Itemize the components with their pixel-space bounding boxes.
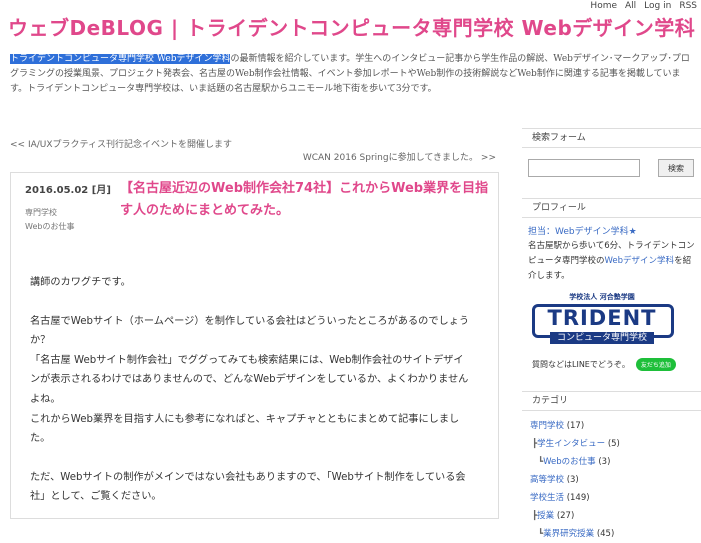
category-item[interactable]: ┗業界研究授業 (45): [530, 525, 701, 543]
category-list: 専門学校 (17) ┣学生インタビュー (5) ┗Webのお仕事 (3) 高等学校 (…: [530, 417, 701, 543]
logo-subtitle: 学校法人 河合塾学園: [569, 293, 635, 301]
site-description-highlight: トライデントコンピュータ専門学校 Webデザイン学科: [10, 54, 231, 64]
search-heading: 検索フォーム: [522, 128, 701, 148]
category-name[interactable]: Webのお仕事: [543, 457, 598, 467]
profile-text: 名古屋駅から歩いて6分、トライデントコンピュータ専門学校のWebデザイン学科を紹…: [528, 239, 698, 284]
category-item[interactable]: 高等学校 (3): [530, 471, 701, 489]
line-row: 質問などはLINEでどうぞ。 友だち追加: [532, 358, 701, 371]
post-paragraph: 名古屋でWebサイト（ホームページ）を制作している会社はどういったところがあるの…: [30, 315, 470, 347]
category-name[interactable]: 学生インタビュー: [537, 439, 608, 449]
blog-post: 2016.05.02 [月] 専門学校 Webのお仕事 【名古屋近辺のWeb制作…: [10, 172, 499, 519]
profile-heading: プロフィール: [522, 198, 701, 218]
category-name[interactable]: 専門学校: [530, 421, 567, 431]
category-count: (149): [566, 493, 590, 503]
search-button[interactable]: 検索: [658, 159, 694, 177]
post-body: 講師のカワグチです。 名古屋でWebサイト（ホームページ）を制作している会社はど…: [30, 273, 470, 507]
category-item[interactable]: ┣授業 (27): [530, 507, 701, 525]
category-item[interactable]: 専門学校 (17): [530, 417, 701, 435]
line-add-friend-button[interactable]: 友だち追加: [635, 358, 676, 371]
post-title[interactable]: 【名古屋近辺のWeb制作会社74社】これからWeb業界を目指す人のためにまとめて…: [120, 178, 490, 222]
category-count: (3): [566, 475, 579, 485]
trident-logo[interactable]: 学校法人 河合塾学園 TRIDENT コンピュータ専門学校: [530, 292, 674, 352]
site-description: トライデントコンピュータ専門学校 Webデザイン学科の最新情報を紹介しています。…: [10, 52, 696, 97]
post-paragraph: 講師のカワグチです。: [30, 277, 131, 288]
category-name[interactable]: 授業: [537, 511, 557, 521]
category-count: (17): [566, 421, 585, 431]
search-form: 検索: [528, 158, 701, 178]
logo-wordmark: TRIDENT: [547, 306, 657, 330]
post-meta: 2016.05.02 [月] 専門学校 Webのお仕事: [25, 181, 115, 234]
profile-text-strong: Webデザイン学科: [604, 256, 675, 266]
logo-bar: コンピュータ専門学校: [550, 332, 654, 344]
line-text: 質問などはLINEでどうぞ。: [532, 360, 630, 369]
category-name[interactable]: 高等学校: [530, 475, 567, 485]
search-input[interactable]: [528, 159, 640, 177]
category-count: (3): [598, 457, 611, 467]
category-item[interactable]: ┗Webのお仕事 (3): [530, 453, 701, 471]
post-paragraph: これからWeb業界を目指す人にも参考になればと、キャプチャとともにまとめて記事に…: [30, 413, 460, 445]
sidebar: 検索フォーム 検索 プロフィール 担当：Webデザイン学科★ 名古屋駅から歩いて…: [522, 128, 701, 543]
category-heading: カテゴリ: [522, 391, 701, 411]
prev-post-link[interactable]: << IA/UXプラクティス刊行記念イベントを開催します: [10, 137, 232, 150]
category-count: (27): [556, 511, 575, 521]
post-paragraph: ただ、Webサイトの制作がメインではない会社もありますので、「Webサイト制作を…: [30, 471, 466, 503]
profile-name[interactable]: 担当：Webデザイン学科★: [528, 224, 701, 237]
category-name[interactable]: 業界研究授業: [543, 529, 597, 539]
post-category-link[interactable]: 専門学校: [25, 206, 115, 220]
category-name[interactable]: 学校生活: [530, 493, 567, 503]
category-item[interactable]: 学校生活 (149): [530, 489, 701, 507]
category-item[interactable]: ┣学生インタビュー (5): [530, 435, 701, 453]
post-paragraph: 「名古屋 Webサイト制作会社」でググってみても検索結果には、Web制作会社のサ…: [30, 354, 469, 405]
category-count: (5): [607, 439, 620, 449]
site-title[interactable]: ウェブDeBLOG | トライデントコンピュータ専門学校 Webデザイン学科: [8, 12, 695, 41]
next-post-link[interactable]: WCAN 2016 Springに参加してきました。 >>: [303, 150, 496, 163]
post-date: 2016.05.02 [月]: [25, 185, 111, 196]
post-categories: 専門学校 Webのお仕事: [25, 206, 115, 234]
category-count: (45): [596, 529, 615, 539]
post-category-link[interactable]: Webのお仕事: [25, 220, 115, 234]
